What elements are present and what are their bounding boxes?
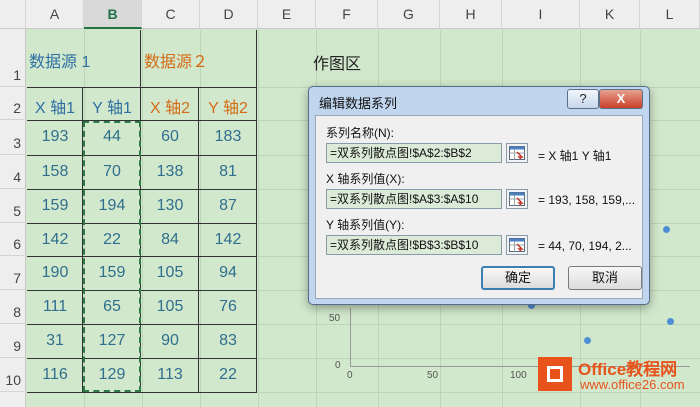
cancel-button[interactable]: 取消 xyxy=(568,266,642,290)
row-header-8[interactable]: 8 xyxy=(0,290,26,324)
column-header-f[interactable]: F xyxy=(316,0,378,29)
edit-series-dialog[interactable]: 编辑数据系列 ? X 系列名称(N): =双系列散点图!$A$2:$B$2 = … xyxy=(308,86,650,305)
y-tick-50: 50 xyxy=(329,313,341,324)
y-values-collapse-button[interactable] xyxy=(506,235,528,255)
cell-a4[interactable]: 158 xyxy=(27,163,83,181)
cell-d3[interactable]: 183 xyxy=(199,128,257,146)
row-header-3[interactable]: 3 xyxy=(0,120,26,155)
cell-a3[interactable]: 193 xyxy=(27,128,83,146)
dialog-titlebar[interactable]: 编辑数据系列 ? X xyxy=(309,87,649,115)
help-button[interactable]: ? xyxy=(567,89,599,109)
column-header-a[interactable]: A xyxy=(26,0,84,29)
x-values-collapse-button[interactable] xyxy=(506,189,528,209)
row-header-4[interactable]: 4 xyxy=(0,155,26,189)
series-name-collapse-button[interactable] xyxy=(506,143,528,163)
cell-c8[interactable]: 105 xyxy=(141,298,199,316)
column-header-c[interactable]: C xyxy=(142,0,200,29)
column-header-i[interactable]: I xyxy=(502,0,580,29)
y-values-preview: = 44, 70, 194, 2... xyxy=(538,239,632,253)
office-logo-icon xyxy=(538,357,572,391)
row-header-2[interactable]: 2 xyxy=(0,87,26,120)
column-header-h[interactable]: H xyxy=(440,0,502,29)
x-tick-0: 0 xyxy=(347,370,353,381)
col-label-x1[interactable]: X 轴1 xyxy=(27,94,83,118)
cell-c5[interactable]: 130 xyxy=(141,197,199,215)
scatter-point[interactable] xyxy=(584,337,591,344)
cell-a5[interactable]: 159 xyxy=(27,197,83,215)
row-header-6[interactable]: 6 xyxy=(0,223,26,256)
cell-a8[interactable]: 111 xyxy=(27,298,83,316)
cell-d10[interactable]: 22 xyxy=(199,366,257,384)
column-header-b[interactable]: B xyxy=(84,0,142,29)
cell-a7[interactable]: 190 xyxy=(27,264,83,282)
row-header-5[interactable]: 5 xyxy=(0,189,26,223)
ok-button[interactable]: 确定 xyxy=(481,266,555,290)
cell-c6[interactable]: 84 xyxy=(141,231,199,249)
row-header-bar: 1 2 3 4 5 6 7 8 9 10 xyxy=(0,29,26,407)
series-name-input[interactable]: =双系列散点图!$A$2:$B$2 xyxy=(326,143,502,163)
x-values-input[interactable]: =双系列散点图!$A$3:$A$10 xyxy=(326,189,502,209)
row-header-1[interactable]: 1 xyxy=(0,29,26,87)
source2-header[interactable]: 数据源２ xyxy=(144,48,254,72)
column-header-k[interactable]: K xyxy=(580,0,640,29)
row-header-9[interactable]: 9 xyxy=(0,324,26,358)
y-values-input[interactable]: =双系列散点图!$B$3:$B$10 xyxy=(326,235,502,255)
cell-a9[interactable]: 31 xyxy=(27,332,83,350)
column-header-bar: A B C D E F G H I K L xyxy=(0,0,700,29)
close-button[interactable]: X xyxy=(599,89,643,109)
y-values-label: Y 轴系列值(Y): xyxy=(326,218,405,232)
cell-c7[interactable]: 105 xyxy=(141,264,199,282)
col-label-y1[interactable]: Y 轴1 xyxy=(83,94,141,118)
cell-a10[interactable]: 116 xyxy=(27,366,83,384)
chart-y-axis xyxy=(350,308,351,366)
copy-selection-marquee xyxy=(83,121,141,392)
series-name-label: 系列名称(N): xyxy=(326,126,394,140)
range-select-icon xyxy=(509,192,525,206)
cell-c9[interactable]: 90 xyxy=(141,332,199,350)
cell-d6[interactable]: 142 xyxy=(199,231,257,249)
source1-header[interactable]: 数据源 1 xyxy=(29,48,139,72)
watermark-url: www.office26.com xyxy=(580,377,685,392)
cell-d7[interactable]: 94 xyxy=(199,264,257,282)
cell-d4[interactable]: 81 xyxy=(199,163,257,181)
cell-c10[interactable]: 113 xyxy=(141,366,199,384)
column-header-g[interactable]: G xyxy=(378,0,440,29)
row-header-10[interactable]: 10 xyxy=(0,358,26,392)
scatter-point[interactable] xyxy=(663,226,670,233)
watermark: Office教程网 www.office26.com xyxy=(538,353,700,407)
cell-d9[interactable]: 83 xyxy=(199,332,257,350)
column-header-d[interactable]: D xyxy=(200,0,258,29)
cell-d8[interactable]: 76 xyxy=(199,298,257,316)
dialog-title: 编辑数据系列 xyxy=(319,96,398,111)
column-header-e[interactable]: E xyxy=(258,0,316,29)
x-tick-100: 100 xyxy=(510,370,527,381)
range-select-icon xyxy=(509,238,525,252)
cell-c3[interactable]: 60 xyxy=(141,128,199,146)
dialog-body: 系列名称(N): =双系列散点图!$A$2:$B$2 = X 轴1 Y 轴1 X… xyxy=(315,115,643,299)
col-label-y2[interactable]: Y 轴2 xyxy=(199,94,257,118)
cell-d5[interactable]: 87 xyxy=(199,197,257,215)
x-tick-50: 50 xyxy=(427,370,439,381)
cell-a6[interactable]: 142 xyxy=(27,231,83,249)
column-header-l[interactable]: L xyxy=(640,0,700,29)
row-header-7[interactable]: 7 xyxy=(0,256,26,290)
col-label-x2[interactable]: X 轴2 xyxy=(141,94,199,118)
scatter-point[interactable] xyxy=(667,318,674,325)
chart-area-title: 作图区 xyxy=(313,56,362,73)
cell-c4[interactable]: 138 xyxy=(141,163,199,181)
y-tick-0: 0 xyxy=(335,360,341,371)
x-values-label: X 轴系列值(X): xyxy=(326,172,405,186)
select-all-corner[interactable] xyxy=(0,0,26,29)
range-select-icon xyxy=(509,146,525,160)
x-values-preview: = 193, 158, 159,... xyxy=(538,193,636,207)
series-name-preview: = X 轴1 Y 轴1 xyxy=(538,149,612,163)
